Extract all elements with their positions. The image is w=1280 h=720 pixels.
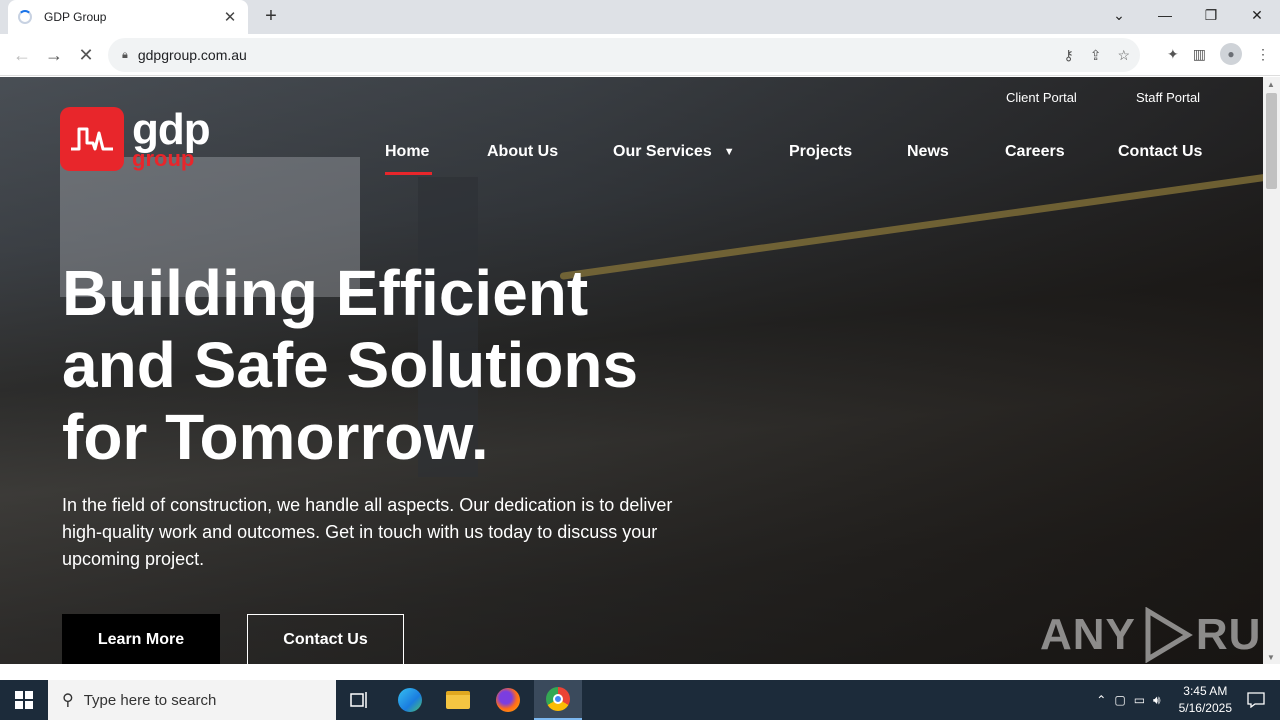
taskbar-clock[interactable]: 3:45 AM 5/16/2025 [1179,683,1232,717]
anyrun-watermark: ANY RUN [1040,607,1263,663]
scroll-down-icon[interactable]: ▼ [1267,653,1275,662]
browser-toolbar: ← → ✕ 🔒︎ gdpgroup.com.au ⚷ ⇪ ☆ ✦ ▥ ● ⋮ [0,34,1280,76]
site-logo[interactable]: gdp group [60,107,211,171]
nav-home[interactable]: Home [385,143,429,161]
tab-search-icon[interactable]: ⌄ [1096,0,1142,30]
search-placeholder: Type here to search [83,691,217,709]
nav-news[interactable]: News [907,143,949,161]
system-tray: ⌃ ▢ ▭ 🔊︎ 3:45 AM 5/16/2025 [1096,680,1232,720]
watermark-right-text: RUN [1195,610,1263,659]
url-text: gdpgroup.com.au [137,47,247,63]
logo-mark-icon [60,107,124,171]
notification-center-icon[interactable] [1232,680,1280,720]
lock-icon: 🔒︎ [122,48,128,61]
learn-more-button[interactable]: Learn More [62,614,220,664]
menu-kebab-icon[interactable]: ⋮ [1256,46,1270,63]
play-triangle-icon [1145,607,1193,663]
nav-active-indicator [385,172,432,175]
task-view-icon[interactable] [336,680,384,720]
watermark-left-text: ANY [1040,610,1136,659]
bookmark-star-icon[interactable]: ☆ [1117,47,1130,64]
clock-time: 3:45 AM [1183,684,1228,698]
device-icon[interactable]: ▢ [1114,693,1125,707]
volume-icon[interactable]: 🔊︎ [1153,693,1161,708]
firefox-icon[interactable] [484,680,532,720]
browser-tab[interactable]: GDP Group ✕ [8,0,248,34]
stop-loading-button[interactable]: ✕ [74,43,98,67]
minimize-button[interactable]: — [1142,0,1188,30]
loading-spinner-icon [18,10,32,24]
close-window-button[interactable]: ✕ [1234,0,1280,30]
restore-button[interactable]: ❐ [1188,0,1234,30]
scrollbar-thumb[interactable] [1266,93,1277,189]
tab-close-icon[interactable]: ✕ [222,8,238,26]
address-bar[interactable]: 🔒︎ gdpgroup.com.au ⚷ ⇪ ☆ [108,38,1140,72]
tab-title: GDP Group [44,10,107,24]
description-line: In the field of construction, we handle … [62,495,673,515]
back-button[interactable]: ← [10,43,34,67]
share-icon[interactable]: ⇪ [1090,47,1102,64]
page-scrollbar[interactable]: ▲ ▼ [1263,77,1280,664]
side-panel-icon[interactable]: ▥ [1193,46,1206,63]
windows-taskbar: ⚲ Type here to search ⌃ ▢ ▭ 🔊︎ 3:45 AM 5… [0,680,1280,720]
caret-down-icon: ▼ [723,146,735,158]
search-icon: ⚲ [62,692,74,709]
clock-date: 5/16/2025 [1178,701,1232,715]
description-line: high-quality work and outcomes. Get in t… [62,522,658,542]
extensions-icon[interactable]: ✦ [1167,46,1179,63]
nav-our-services-label: Our Services [613,143,712,160]
nav-careers[interactable]: Careers [1005,143,1065,161]
chrome-icon[interactable] [534,680,582,720]
description-line: upcoming project. [62,549,205,569]
windows-logo-icon [15,691,33,709]
hero-description: In the field of construction, we handle … [62,492,782,573]
file-explorer-icon[interactable] [434,680,482,720]
headline-line: Building Efficient [62,257,589,329]
password-key-icon[interactable]: ⚷ [1063,47,1073,64]
show-hidden-icons-icon[interactable]: ⌃ [1096,693,1106,707]
nav-projects[interactable]: Projects [789,143,852,161]
nav-contact-us[interactable]: Contact Us [1118,143,1202,161]
client-portal-link[interactable]: Client Portal [1006,90,1077,105]
nav-our-services[interactable]: Our Services ▼ [613,143,735,161]
staff-portal-link[interactable]: Staff Portal [1136,90,1200,105]
browser-tab-strip: GDP Group ✕ + ⌄ — ❐ ✕ [0,0,1280,34]
hero-headline: Building Efficient and Safe Solutions fo… [62,257,782,473]
contact-us-button[interactable]: Contact Us [247,614,404,664]
edge-browser-icon[interactable] [386,680,434,720]
nav-about-us[interactable]: About Us [487,143,558,161]
headline-line: for Tomorrow. [62,401,489,473]
headline-line: and Safe Solutions [62,329,639,401]
profile-avatar-icon[interactable]: ● [1220,43,1242,65]
scroll-up-icon[interactable]: ▲ [1267,80,1275,89]
new-tab-button[interactable]: + [260,5,282,27]
taskbar-search-box[interactable]: ⚲ Type here to search [48,680,336,720]
network-icon[interactable]: ▭ [1134,693,1145,707]
forward-button[interactable]: → [42,43,66,67]
hero-section: gdp group Client Portal Staff Portal Hom… [0,77,1263,664]
start-button[interactable] [0,680,48,720]
